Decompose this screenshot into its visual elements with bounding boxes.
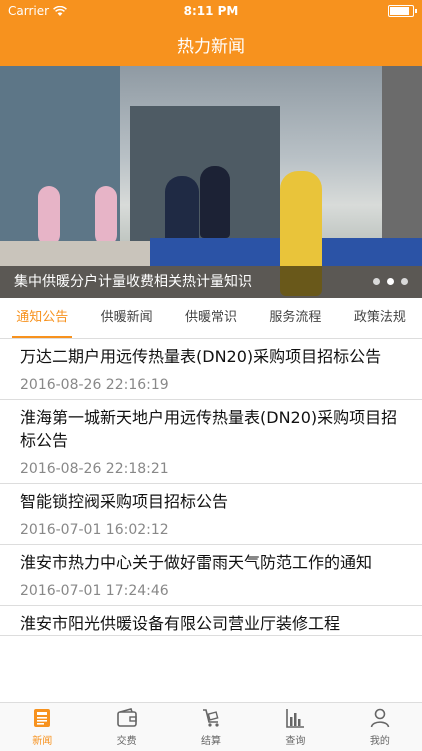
tabbar-item-4[interactable]: 我的 xyxy=(338,703,422,751)
tab-0[interactable]: 通知公告 xyxy=(0,298,84,338)
bar-chart-icon xyxy=(286,709,305,728)
category-tabs: 通知公告 供暖新闻 供暖常识 服务流程 政策法规 xyxy=(0,298,422,339)
tabbar-label: 结算 xyxy=(201,736,222,747)
news-title: 淮安市阳光供暖设备有限公司营业厅装修工程 xyxy=(20,614,341,633)
news-title: 淮海第一城新天地户用远传热量表(DN20)采购项目招标公告 xyxy=(20,408,398,450)
page-title: 热力新闻 xyxy=(177,36,245,57)
tab-3[interactable]: 服务流程 xyxy=(253,298,337,338)
page-dot[interactable] xyxy=(401,278,408,285)
banner-carousel[interactable]: 集中供暖分户计量收费相关热计量知识 xyxy=(0,66,422,298)
tabbar-item-0[interactable]: 新闻 xyxy=(0,703,84,751)
news-list: 万达二期户用远传热量表(DN20)采购项目招标公告 2016-08-26 22:1… xyxy=(0,339,422,702)
news-date: 2016-08-26 22:18:21 xyxy=(20,461,169,477)
page-dot[interactable] xyxy=(387,278,394,285)
tab-4[interactable]: 政策法规 xyxy=(338,298,422,338)
tabbar-label: 新闻 xyxy=(32,736,53,747)
list-item[interactable]: 淮安市热力中心关于做好雷雨天气防范工作的通知 2016-07-01 17:24:4… xyxy=(0,545,422,606)
status-bar: Carrier 8:11 PM xyxy=(0,0,422,22)
news-date: 2016-07-01 17:24:46 xyxy=(20,583,169,599)
tabbar-label: 查询 xyxy=(285,736,306,747)
cart-icon xyxy=(203,709,219,727)
news-date: 2016-07-01 16:02:12 xyxy=(20,522,169,538)
page-dot[interactable] xyxy=(373,278,380,285)
tab-bar: 新闻 交费 结算 查询 我的 xyxy=(0,702,422,751)
news-icon xyxy=(34,709,51,727)
banner-caption-bar: 集中供暖分户计量收费相关热计量知识 xyxy=(0,266,422,298)
navigation-bar: 热力新闻 xyxy=(0,22,422,66)
tab-1[interactable]: 供暖新闻 xyxy=(84,298,168,338)
page-indicator[interactable] xyxy=(373,278,408,285)
list-item[interactable]: 智能锁控阀采购项目招标公告 2016-07-01 16:02:12 xyxy=(0,484,422,545)
news-title: 万达二期户用远传热量表(DN20)采购项目招标公告 xyxy=(20,347,382,366)
person-icon xyxy=(370,708,390,728)
tabbar-label: 交费 xyxy=(116,736,137,747)
tabbar-item-1[interactable]: 交费 xyxy=(84,703,168,751)
list-item[interactable]: 淮海第一城新天地户用远传热量表(DN20)采购项目招标公告 2016-08-26 … xyxy=(0,400,422,484)
wallet-icon xyxy=(116,708,137,727)
list-item[interactable]: 万达二期户用远传热量表(DN20)采购项目招标公告 2016-08-26 22:1… xyxy=(0,339,422,400)
news-title: 智能锁控阀采购项目招标公告 xyxy=(20,492,229,511)
battery-icon xyxy=(388,5,417,17)
tabbar-item-2[interactable]: 结算 xyxy=(169,703,253,751)
news-date: 2016-08-26 22:16:19 xyxy=(20,377,169,393)
news-title: 淮安市热力中心关于做好雷雨天气防范工作的通知 xyxy=(20,553,373,572)
clock: 8:11 PM xyxy=(183,4,239,18)
tabbar-item-3[interactable]: 查询 xyxy=(253,703,337,751)
tab-2[interactable]: 供暖常识 xyxy=(169,298,253,338)
list-item[interactable]: 淮安市阳光供暖设备有限公司营业厅装修工程 xyxy=(0,606,422,636)
tabbar-label: 我的 xyxy=(369,736,390,747)
banner-caption: 集中供暖分户计量收费相关热计量知识 xyxy=(14,274,252,290)
